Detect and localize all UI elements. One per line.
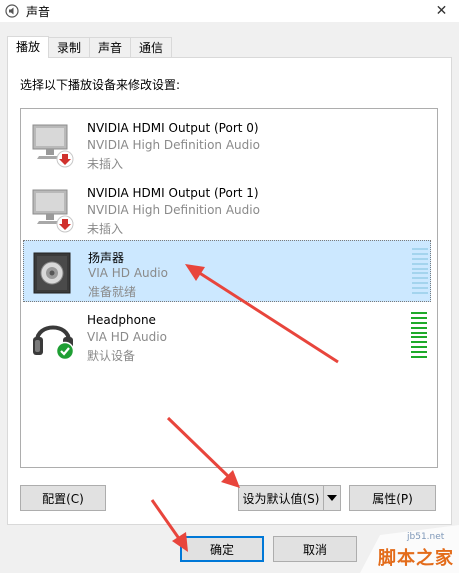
volume-level-meter [412,248,428,294]
window-title: 声音 [26,5,51,19]
close-button[interactable]: ✕ [424,0,459,22]
watermark-url: jb51.net [407,532,445,542]
monitor-icon [32,189,74,233]
device-driver: VIA HD Audio [88,266,168,280]
title-bar: 声音 ✕ [0,0,459,22]
close-icon: ✕ [435,3,448,19]
device-item-speaker[interactable]: 扬声器 VIA HD Audio 准备就绪 [23,240,431,302]
tab-communications[interactable]: 通信 [130,37,173,58]
ok-button[interactable]: 确定 [180,536,264,562]
volume-level-meter [411,312,427,358]
device-name: NVIDIA HDMI Output (Port 0) [87,121,259,135]
tab-sounds[interactable]: 声音 [89,37,132,58]
set-default-button[interactable]: 设为默认值(S) [238,485,341,511]
monitor-icon [32,124,74,168]
device-name: NVIDIA HDMI Output (Port 1) [87,186,259,200]
tab-recording[interactable]: 录制 [48,37,91,58]
device-item-hdmi-port0[interactable]: NVIDIA HDMI Output (Port 0) NVIDIA High … [23,113,431,175]
device-driver: NVIDIA High Definition Audio [87,203,260,217]
device-status: 准备就绪 [88,285,137,299]
chevron-down-icon[interactable] [323,486,340,510]
configure-button[interactable]: 配置(C) [20,485,106,511]
device-name: Headphone [87,313,156,327]
watermark-name: 脚本之家 [378,548,454,569]
tab-playback[interactable]: 播放 [7,36,50,58]
device-status: 未插入 [87,222,124,236]
device-driver: NVIDIA High Definition Audio [87,138,260,152]
device-item-hdmi-port1[interactable]: NVIDIA HDMI Output (Port 1) NVIDIA High … [23,178,431,240]
headphone-icon [33,325,75,361]
instruction-text: 选择以下播放设备来修改设置: [20,78,181,92]
tab-strip: 播放 录制 声音 通信 [7,36,173,58]
speaker-icon [33,252,71,294]
device-item-headphone[interactable]: Headphone VIA HD Audio 默认设备 [23,305,431,367]
device-name: 扬声器 [88,251,125,265]
properties-button[interactable]: 属性(P) [349,485,436,511]
device-status: 默认设备 [87,349,136,363]
speaker-app-icon [5,4,19,18]
device-list[interactable]: NVIDIA HDMI Output (Port 0) NVIDIA High … [20,108,438,468]
device-status: 未插入 [87,157,124,171]
cancel-button[interactable]: 取消 [273,536,357,562]
device-driver: VIA HD Audio [87,330,167,344]
